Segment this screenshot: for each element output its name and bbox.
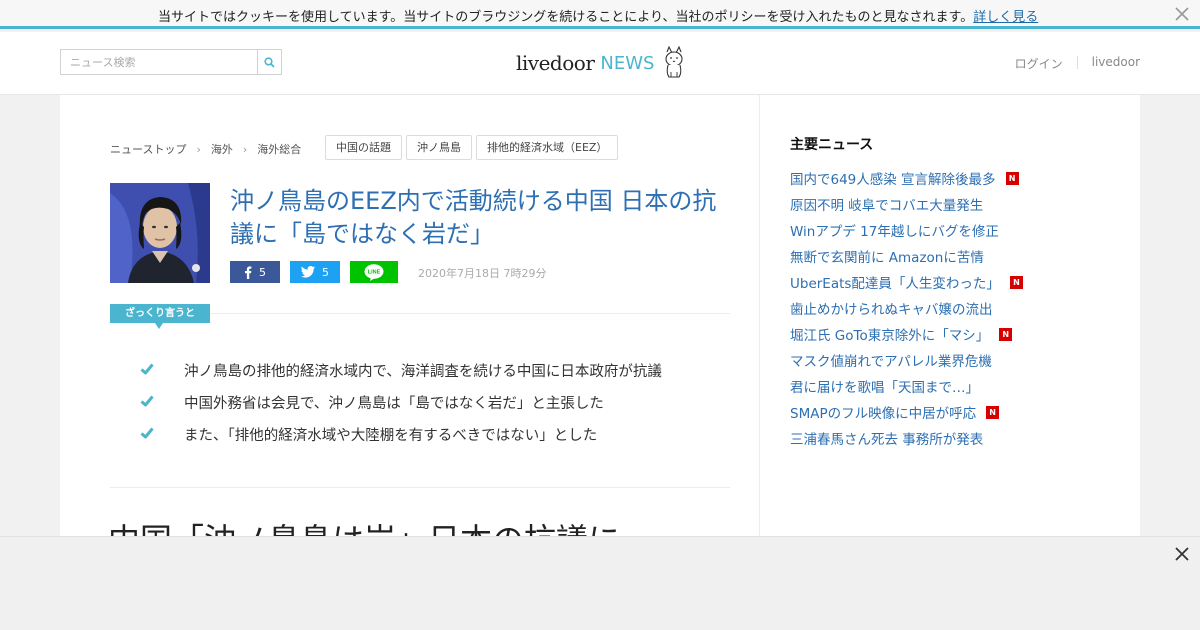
publish-date: 2020年7月18日 7時29分 [418, 267, 547, 280]
chevron-right-icon: › [196, 142, 201, 156]
news-list-item[interactable]: 歯止めかけられぬキャバ嬢の流出 [790, 295, 1023, 321]
search-input[interactable] [61, 50, 257, 74]
news-list-item[interactable]: 君に届けを歌唱「天国まで…」 [790, 373, 1023, 399]
line-icon-label: LINE [368, 269, 381, 275]
site-header: livedoor NEWS ログイン livedoor [0, 32, 1200, 95]
article-thumbnail[interactable] [110, 183, 210, 283]
news-list-item[interactable]: 国内で649人感染 宣言解除後最多 N [790, 165, 1023, 191]
news-list-item[interactable]: 堀江氏 GoTo東京除外に「マシ」 N [790, 321, 1023, 347]
tag-okinotorishima[interactable]: 沖ノ鳥島 [406, 135, 472, 160]
news-item-label: 無断で玄関前に Amazonに苦情 [790, 250, 984, 266]
top-news-list: 国内で649人感染 宣言解除後最多 N 原因不明 岐阜でコバエ大量発生 Winアプデ … [790, 165, 1023, 451]
news-item-label: 三浦春馬さん死去 事務所が発表 [790, 432, 984, 448]
news-list-item[interactable]: UberEats配達員「人生変わった」 N [790, 269, 1023, 295]
cookie-consent-bar: 当サイトではクッキーを使用しています。当サイトのブラウジングを続けることにより、… [0, 0, 1200, 29]
breadcrumb-item-overseas-general[interactable]: 海外総合 [257, 141, 301, 157]
news-item-label: SMAPのフル映像に中居が呼応 [790, 406, 977, 422]
summary-text: 中国外務省は会見で、沖ノ鳥島は「島ではなく岩だ」と主張した [184, 396, 604, 412]
line-icon: LINE [364, 263, 384, 281]
news-list-item[interactable]: Winアプデ 17年越しにバグを修正 [790, 217, 1023, 243]
content-area: ニューストップ › 海外 › 海外総合 中国の話題 沖ノ鳥島 排他的経済水域（E… [60, 95, 1140, 559]
news-list-item[interactable]: 原因不明 岐阜でコバエ大量発生 [790, 191, 1023, 217]
tag-china-topic[interactable]: 中国の話題 [325, 135, 402, 160]
close-icon[interactable] [1174, 546, 1190, 562]
summary-badge: ざっくり言うと [110, 304, 210, 329]
dog-mascot-icon [665, 46, 683, 78]
article-thumbnail-image [110, 183, 210, 283]
twitter-share-count: 5 [322, 265, 329, 279]
news-item-label: Winアプデ 17年越しにバグを修正 [790, 224, 999, 240]
twitter-share-button[interactable]: 5 [290, 261, 340, 283]
news-item-label: 原因不明 岐阜でコバエ大量発生 [790, 198, 984, 214]
news-item-label: マスク値崩れでアパレル業界危機 [790, 354, 992, 370]
news-list-item[interactable]: SMAPのフル映像に中居が呼応 N [790, 399, 1023, 425]
article-headline[interactable]: 沖ノ鳥島のEEZ内で活動続ける中国 日本の抗議に「島ではなく岩だ」 [230, 185, 730, 251]
new-badge: N [1005, 171, 1019, 185]
bottom-ad-overlay [0, 536, 1200, 630]
checkmark-icon [140, 363, 154, 374]
news-item-label: 君に届けを歌唱「天国まで…」 [790, 380, 979, 396]
news-item-label: 堀江氏 GoTo東京除外に「マシ」 [790, 328, 990, 344]
breadcrumb-item-overseas[interactable]: 海外 [211, 141, 233, 157]
search-box [60, 49, 282, 75]
news-list-item[interactable]: 三浦春馬さん死去 事務所が発表 [790, 425, 1023, 451]
twitter-icon [301, 266, 315, 278]
summary-list: 沖ノ鳥島の排他的経済水域内で、海洋調査を続ける中国に日本政府が抗議 中国外務省は… [140, 349, 662, 456]
checkmark-icon [140, 395, 154, 406]
chevron-right-icon: › [242, 142, 248, 156]
header-links: ログイン livedoor [1015, 55, 1140, 72]
section-divider [110, 487, 730, 488]
close-icon[interactable] [1174, 6, 1190, 22]
login-link[interactable]: ログイン [1015, 55, 1063, 72]
logo-news-text: NEWS [600, 52, 655, 74]
livedoor-link[interactable]: livedoor [1092, 55, 1140, 72]
checkmark-icon [140, 427, 154, 438]
facebook-share-count: 5 [259, 265, 266, 279]
line-share-button[interactable]: LINE [350, 261, 398, 283]
new-badge: N [986, 405, 1000, 419]
logo-livedoor-text: livedoor [516, 51, 595, 75]
cookie-message-text: 当サイトではクッキーを使用しています。当サイトのブラウジングを続けることにより、… [158, 10, 974, 25]
article-column: ニューストップ › 海外 › 海外総合 中国の話題 沖ノ鳥島 排他的経済水域（E… [60, 95, 760, 559]
search-button[interactable] [257, 50, 281, 74]
summary-text: 沖ノ鳥島の排他的経済水域内で、海洋調査を続ける中国に日本政府が抗議 [184, 364, 662, 380]
summary-text: また、「排他的経済水域や大陸棚を有するべきではない」とした [184, 428, 598, 444]
cookie-learn-more-link[interactable]: 詳しく見る [973, 10, 1038, 25]
sidebar-title: 主要ニュース [790, 137, 874, 153]
breadcrumb: ニューストップ › 海外 › 海外総合 [110, 141, 301, 157]
header-divider [1076, 56, 1078, 69]
new-badge: N [1009, 275, 1023, 289]
cookie-message: 当サイトではクッキーを使用しています。当サイトのブラウジングを続けることにより、… [158, 6, 1038, 25]
search-icon [264, 56, 275, 68]
news-list-item[interactable]: 無断で玄関前に Amazonに苦情 [790, 243, 1023, 269]
new-badge: N [999, 327, 1013, 341]
facebook-share-button[interactable]: 5 [230, 261, 280, 283]
summary-item: また、「排他的経済水域や大陸棚を有するべきではない」とした [140, 413, 662, 456]
tag-eez[interactable]: 排他的経済水域（EEZ） [476, 135, 619, 160]
topic-tags: 中国の話題 沖ノ鳥島 排他的経済水域（EEZ） [325, 135, 622, 160]
news-item-label: 歯止めかけられぬキャバ嬢の流出 [790, 302, 993, 318]
facebook-icon [245, 266, 252, 279]
news-list-item[interactable]: マスク値崩れでアパレル業界危機 [790, 347, 1023, 373]
site-logo[interactable]: livedoor NEWS [516, 45, 686, 81]
breadcrumb-item-top[interactable]: ニューストップ [110, 141, 186, 157]
news-item-label: UberEats配達員「人生変わった」 [790, 276, 1000, 292]
news-item-label: 国内で649人感染 宣言解除後最多 [790, 172, 996, 188]
